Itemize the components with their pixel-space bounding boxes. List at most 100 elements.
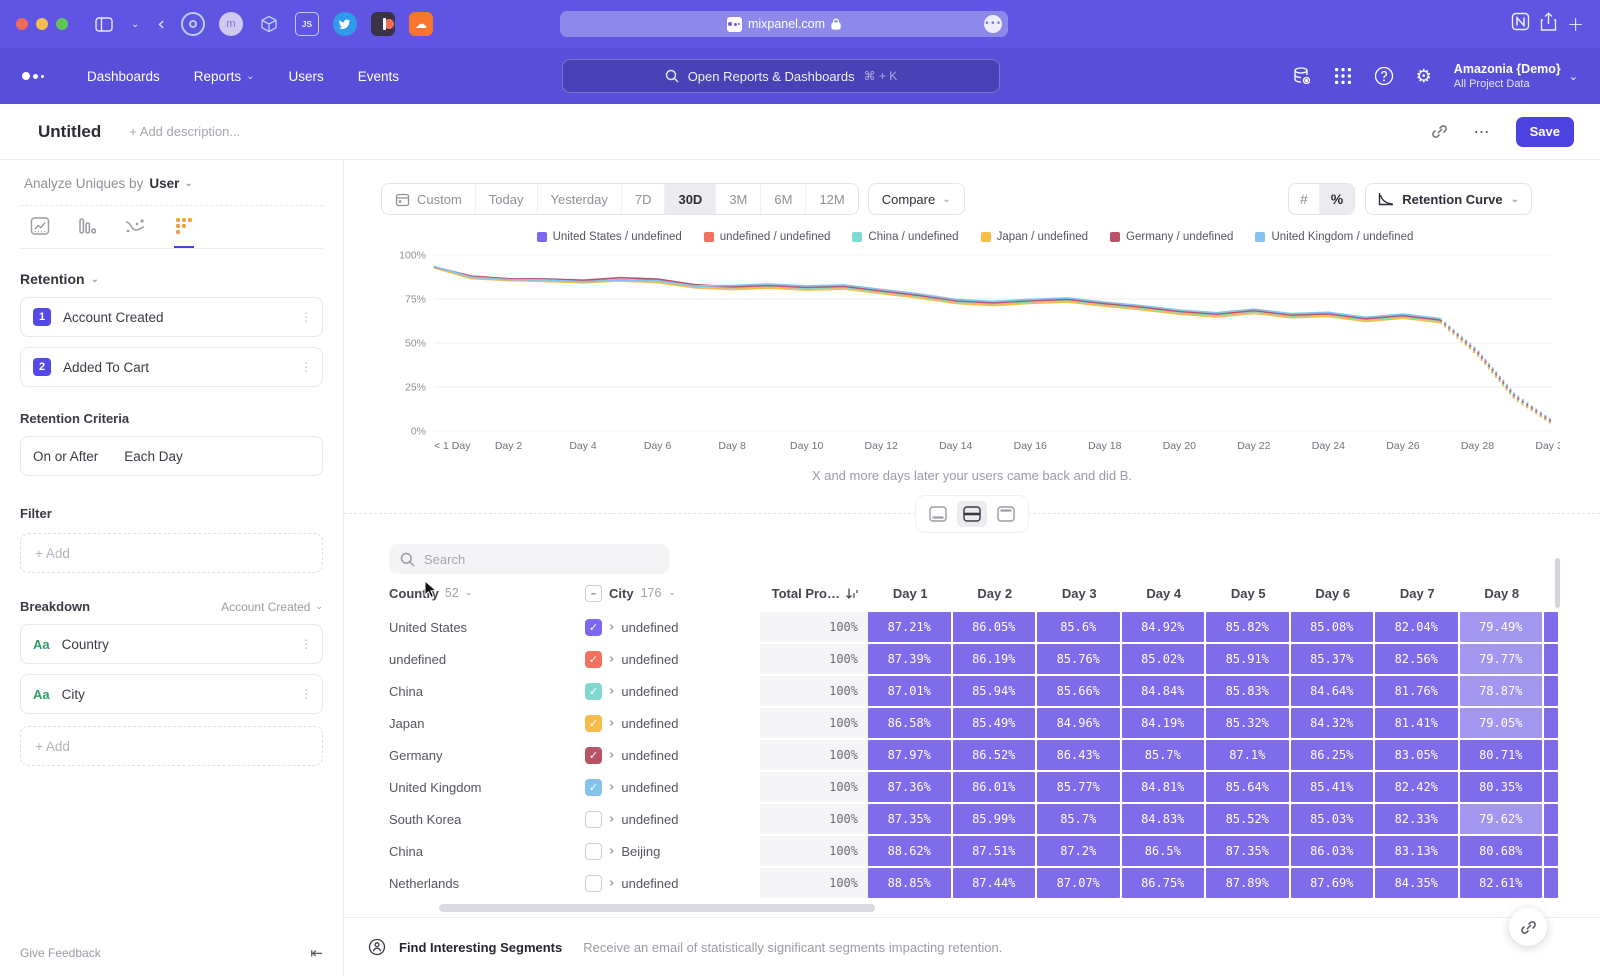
horizontal-scrollbar[interactable] [439, 904, 875, 912]
date-range-yesterday[interactable]: Yesterday [537, 184, 621, 214]
tab-retention[interactable] [174, 216, 194, 248]
add-filter-button[interactable]: + Add [20, 533, 323, 573]
save-button[interactable]: Save [1516, 117, 1574, 147]
layout-table-only-button[interactable] [991, 501, 1021, 527]
row-checkbox[interactable]: ✓ [585, 651, 602, 668]
retention-cell[interactable]: 84.83% [1122, 804, 1205, 834]
legend-item[interactable]: undefined / undefined [704, 231, 831, 243]
row-checkbox[interactable]: ✓ [585, 619, 602, 636]
breakdown-event-select[interactable]: Account Created⌄ [221, 600, 323, 614]
share-icon[interactable] [1540, 12, 1557, 37]
notion-icon[interactable] [1511, 12, 1530, 36]
vertical-scrollbar[interactable] [1555, 558, 1560, 608]
retention-cell[interactable]: 86.01% [953, 772, 1036, 802]
day-column-header[interactable]: Day 8 [1460, 586, 1545, 601]
box-extension-icon[interactable] [257, 12, 281, 36]
retention-cell[interactable]: 80.68% [1460, 836, 1543, 866]
retention-cell[interactable]: 85.6% [1037, 612, 1120, 642]
window-controls[interactable] [16, 18, 68, 30]
retention-cell[interactable]: 83.05% [1375, 740, 1458, 770]
percentage-toggle[interactable]: % [1319, 184, 1354, 214]
compare-button[interactable]: Compare⌄ [868, 183, 965, 215]
city-column-header[interactable]: – City176 ⌄ [585, 585, 760, 602]
layout-split-button[interactable] [957, 501, 987, 527]
zoom-window-button[interactable] [56, 18, 68, 30]
expand-row-icon[interactable]: › [609, 620, 614, 635]
sidebar-toggle-icon[interactable] [95, 17, 113, 32]
retention-cell[interactable]: 79.62% [1460, 804, 1543, 834]
retention-cell[interactable]: 84.35% [1375, 868, 1458, 898]
retention-cell[interactable]: 86.5% [1122, 836, 1205, 866]
expand-row-icon[interactable]: › [609, 876, 614, 891]
breakdown-options-icon[interactable]: ⋮ [300, 692, 310, 696]
row-checkbox[interactable]: ✓ [585, 779, 602, 796]
retention-cell[interactable]: 87.89% [1206, 868, 1289, 898]
help-icon[interactable] [1374, 66, 1394, 86]
tab-insights[interactable] [30, 216, 50, 248]
retention-cell[interactable]: 80.35% [1460, 772, 1543, 802]
date-range-today[interactable]: Today [475, 184, 537, 214]
legend-item[interactable]: Germany / undefined [1110, 231, 1233, 243]
retention-cell[interactable]: 83.13% [1375, 836, 1458, 866]
tab-funnels[interactable] [78, 216, 96, 248]
retention-cell[interactable]: 78.87% [1460, 676, 1543, 706]
minimize-window-button[interactable] [36, 18, 48, 30]
retention-cell[interactable]: 85.03% [1291, 804, 1374, 834]
row-checkbox[interactable] [585, 843, 602, 860]
retention-cell[interactable]: 85.91% [1206, 644, 1289, 674]
row-checkbox[interactable]: ✓ [585, 715, 602, 732]
retention-cell[interactable]: 86.52% [953, 740, 1036, 770]
retention-cell[interactable]: 85.83% [1206, 676, 1289, 706]
add-description[interactable]: + Add description... [129, 124, 240, 139]
date-range-6m[interactable]: 6M [760, 184, 805, 214]
day-column-header[interactable]: Day 5 [1206, 586, 1291, 601]
day-column-header[interactable]: Day 4 [1122, 586, 1207, 601]
retention-cell[interactable]: 87.35% [1206, 836, 1289, 866]
retention-cell[interactable]: 84.64% [1291, 676, 1374, 706]
row-checkbox[interactable]: ✓ [585, 683, 602, 700]
nav-reports[interactable]: Reports⌄ [194, 69, 255, 84]
retention-cell[interactable]: 87.69% [1291, 868, 1374, 898]
retention-cell[interactable]: 84.96% [1037, 708, 1120, 738]
step-options-icon[interactable]: ⋮ [300, 365, 310, 369]
segments-title[interactable]: Find Interesting Segments [399, 940, 562, 955]
retention-cell[interactable]: 84.81% [1122, 772, 1205, 802]
retention-step-1[interactable]: 1 Account Created ⋮ [20, 297, 323, 337]
retention-cell[interactable]: 85.77% [1037, 772, 1120, 802]
step-options-icon[interactable]: ⋮ [300, 315, 310, 319]
retention-cell[interactable]: 82.61% [1460, 868, 1543, 898]
retention-cell[interactable]: 85.49% [953, 708, 1036, 738]
date-range-12m[interactable]: 12M [805, 184, 857, 214]
project-switcher[interactable]: Amazonia {Demo}All Project Data ⌄ [1454, 62, 1578, 90]
retention-cell[interactable]: 79.77% [1460, 644, 1543, 674]
share-link-floating-button[interactable] [1509, 908, 1547, 946]
retention-cell[interactable]: 86.25% [1291, 740, 1374, 770]
legend-item[interactable]: China / undefined [852, 231, 958, 243]
new-tab-icon[interactable]: + [1567, 12, 1584, 36]
retention-cell[interactable]: 88.62% [868, 836, 951, 866]
expand-row-icon[interactable]: › [609, 844, 614, 859]
collapse-sidebar-icon[interactable]: ⇤ [310, 944, 323, 962]
expand-row-icon[interactable]: › [609, 716, 614, 731]
address-bar[interactable]: mixpanel.com ••• [560, 11, 1008, 37]
retention-cell[interactable]: 82.33% [1375, 804, 1458, 834]
retention-cell[interactable]: 86.43% [1037, 740, 1120, 770]
criteria-interval-select[interactable]: Each Day [124, 449, 183, 464]
legend-item[interactable]: United States / undefined [537, 231, 682, 243]
retention-cell[interactable]: 85.08% [1291, 612, 1374, 642]
row-checkbox[interactable]: ✓ [585, 747, 602, 764]
retention-cell[interactable]: 87.21% [868, 612, 951, 642]
retention-cell[interactable]: 84.32% [1291, 708, 1374, 738]
page-options-button[interactable]: ••• [984, 15, 1002, 33]
retention-cell[interactable]: 85.52% [1206, 804, 1289, 834]
settings-gear-icon[interactable]: ⚙ [1416, 66, 1432, 87]
analyze-entity-select[interactable]: User⌄ [149, 176, 192, 191]
day-column-header[interactable]: Day 2 [953, 586, 1038, 601]
legend-item[interactable]: United Kingdom / undefined [1255, 231, 1413, 243]
retention-cell[interactable]: 79.49% [1460, 612, 1543, 642]
retention-cell[interactable]: 85.76% [1037, 644, 1120, 674]
date-range-7d[interactable]: 7D [621, 184, 665, 214]
give-feedback-link[interactable]: Give Feedback [20, 946, 101, 960]
date-range-30d[interactable]: 30D [664, 184, 715, 214]
more-options-icon[interactable]: ⋯ [1474, 122, 1490, 141]
